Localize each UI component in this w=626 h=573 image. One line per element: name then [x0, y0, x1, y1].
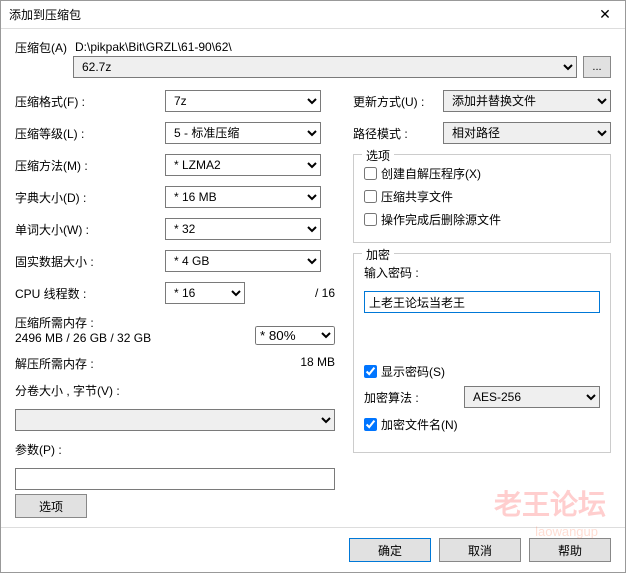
volumes-label: 分卷大小 , 字节(V) : — [15, 382, 335, 399]
shared-row[interactable]: 压缩共享文件 — [364, 188, 600, 205]
help-button[interactable]: 帮助 — [529, 538, 611, 562]
ok-button[interactable]: 确定 — [349, 538, 431, 562]
level-select[interactable]: 5 - 标准压缩 — [165, 122, 321, 144]
footer: 确定 取消 帮助 — [1, 527, 625, 572]
archive-path: D:\pikpak\Bit\GRZL\61-90\62\ — [73, 40, 611, 54]
word-label: 单词大小(W) : — [15, 221, 165, 238]
volumes-select[interactable] — [15, 409, 335, 431]
pathmode-select[interactable]: 相对路径 — [443, 122, 611, 144]
password-input[interactable] — [364, 291, 600, 313]
cpu-label: CPU 线程数 : — [15, 285, 165, 302]
format-select[interactable]: 7z — [165, 90, 321, 112]
sfx-row[interactable]: 创建自解压程序(X) — [364, 165, 600, 182]
options-group: 选项 创建自解压程序(X) 压缩共享文件 操作完成后删除源文件 — [353, 154, 611, 243]
word-select[interactable]: * 32 — [165, 218, 321, 240]
shared-checkbox[interactable] — [364, 190, 377, 203]
delete-row[interactable]: 操作完成后删除源文件 — [364, 211, 600, 228]
encnames-row[interactable]: 加密文件名(N) — [364, 416, 600, 433]
archive-label: 压缩包(A) — [15, 39, 67, 56]
delete-label: 操作完成后删除源文件 — [381, 211, 501, 228]
solid-select[interactable]: * 4 GB — [165, 250, 321, 272]
dialog-window: 添加到压缩包 ✕ 压缩包(A) D:\pikpak\Bit\GRZL\61-90… — [0, 0, 626, 573]
close-button[interactable]: ✕ — [585, 1, 625, 29]
encnames-checkbox[interactable] — [364, 418, 377, 431]
pathmode-label: 路径模式 : — [353, 125, 443, 142]
param-input[interactable] — [15, 468, 335, 490]
method-select[interactable]: * LZMA2 — [165, 154, 321, 176]
param-label: 参数(P) : — [15, 441, 335, 458]
algo-select[interactable]: AES-256 — [464, 386, 600, 408]
showpwd-checkbox[interactable] — [364, 365, 377, 378]
title-bar: 添加到压缩包 ✕ — [1, 1, 625, 29]
shared-label: 压缩共享文件 — [381, 188, 453, 205]
cancel-button[interactable]: 取消 — [439, 538, 521, 562]
right-column: 更新方式(U) : 添加并替换文件 路径模式 : 相对路径 选项 创建自解压程序… — [353, 90, 611, 518]
mem-percent-select[interactable]: * 80% — [255, 326, 335, 345]
mem-decompress-label: 解压所需内存 : — [15, 355, 94, 372]
archive-file-select[interactable]: 62.7z — [73, 56, 577, 78]
method-label: 压缩方法(M) : — [15, 157, 165, 174]
pwd-label: 输入密码 : — [364, 264, 600, 281]
columns: 压缩格式(F) : 7z 压缩等级(L) : 5 - 标准压缩 压缩方法(M) … — [15, 90, 611, 518]
close-icon: ✕ — [599, 6, 611, 23]
algo-label: 加密算法 : — [364, 389, 464, 406]
options-legend: 选项 — [362, 147, 394, 164]
dialog-body: 压缩包(A) D:\pikpak\Bit\GRZL\61-90\62\ 62.7… — [1, 29, 625, 527]
left-column: 压缩格式(F) : 7z 压缩等级(L) : 5 - 标准压缩 压缩方法(M) … — [15, 90, 335, 518]
format-label: 压缩格式(F) : — [15, 93, 165, 110]
dict-select[interactable]: * 16 MB — [165, 186, 321, 208]
window-title: 添加到压缩包 — [9, 6, 81, 23]
delete-checkbox[interactable] — [364, 213, 377, 226]
mem-compress-value: 2496 MB / 26 GB / 32 GB — [15, 331, 151, 345]
browse-button[interactable]: ... — [583, 56, 611, 78]
encnames-label: 加密文件名(N) — [381, 416, 458, 433]
showpwd-label: 显示密码(S) — [381, 363, 445, 380]
cpu-select[interactable]: * 16 — [165, 282, 245, 304]
mem-compress-label: 压缩所需内存 : — [15, 314, 151, 331]
archive-row: 压缩包(A) D:\pikpak\Bit\GRZL\61-90\62\ 62.7… — [15, 39, 611, 78]
encrypt-group: 加密 输入密码 : 显示密码(S) 加密算法 : AES-256 加密文件名(N… — [353, 253, 611, 453]
solid-label: 固实数据大小 : — [15, 253, 165, 270]
cpu-suffix: / 16 — [251, 286, 335, 300]
encrypt-legend: 加密 — [362, 246, 394, 263]
dict-label: 字典大小(D) : — [15, 189, 165, 206]
level-label: 压缩等级(L) : — [15, 125, 165, 142]
sfx-checkbox[interactable] — [364, 167, 377, 180]
sfx-label: 创建自解压程序(X) — [381, 165, 481, 182]
update-label: 更新方式(U) : — [353, 93, 443, 110]
mem-decompress-value: 18 MB — [300, 355, 335, 372]
update-select[interactable]: 添加并替换文件 — [443, 90, 611, 112]
showpwd-row[interactable]: 显示密码(S) — [364, 363, 600, 380]
options-button[interactable]: 选项 — [15, 494, 87, 518]
